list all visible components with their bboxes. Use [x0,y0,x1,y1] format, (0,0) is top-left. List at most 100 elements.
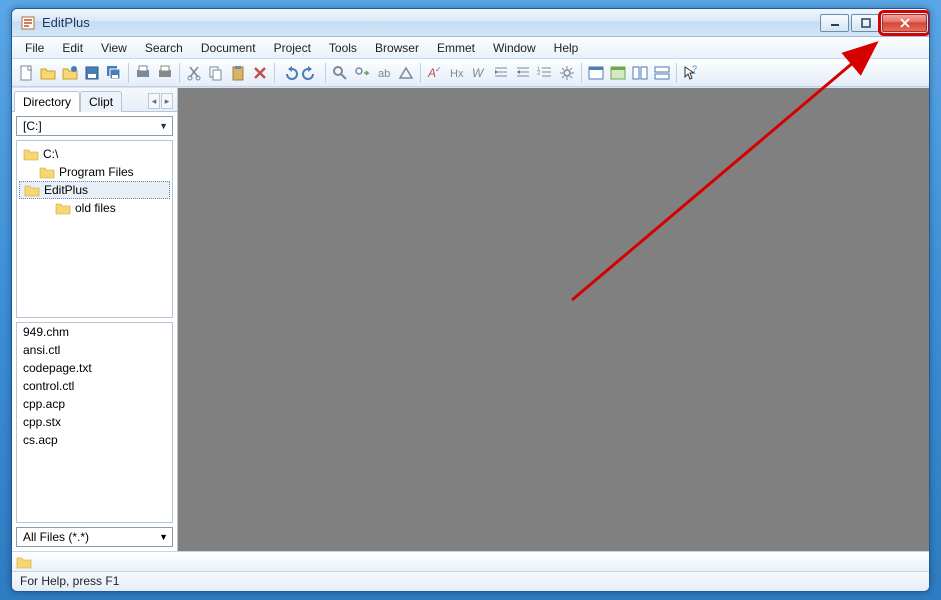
menu-document[interactable]: Document [192,38,265,58]
delete-button[interactable] [250,63,270,83]
tree-node[interactable]: old files [17,199,172,217]
open-file-button[interactable] [38,63,58,83]
menu-browser[interactable]: Browser [366,38,428,58]
file-item[interactable]: 949.chm [17,323,172,341]
menubar: FileEditViewSearchDocumentProjectToolsBr… [12,37,929,59]
file-filter[interactable]: All Files (*.*) ▼ [16,527,173,547]
undo-button[interactable] [279,63,299,83]
maximize-button[interactable] [851,14,880,32]
window-controls [820,14,927,32]
tree-node[interactable]: EditPlus [19,181,170,199]
menu-edit[interactable]: Edit [53,38,92,58]
statusbar: For Help, press F1 [12,571,929,591]
menu-file[interactable]: File [16,38,53,58]
header-button[interactable]: Hx [447,63,467,83]
replace-button[interactable]: ab [374,63,394,83]
svg-text:?: ? [692,64,697,74]
window-2-button[interactable] [608,63,628,83]
window-1-button[interactable] [586,63,606,83]
app-title: EditPlus [42,15,90,30]
spell-check-button[interactable]: A✓ [425,63,445,83]
help-cursor-button[interactable]: ? [681,63,701,83]
indent-button[interactable] [491,63,511,83]
tree-node-label: C:\ [43,147,58,161]
folder-icon [39,165,55,179]
save-button[interactable] [82,63,102,83]
folder-icon [55,201,71,215]
tree-node[interactable]: Program Files [17,163,172,181]
menu-project[interactable]: Project [265,38,320,58]
menu-search[interactable]: Search [136,38,192,58]
menu-window[interactable]: Window [484,38,545,58]
drive-selector[interactable]: [C:] ▼ [16,116,173,136]
outdent-button[interactable] [513,63,533,83]
file-item[interactable]: codepage.txt [17,359,172,377]
svg-text:2: 2 [537,71,541,77]
toolbar-separator [325,63,326,83]
app-icon [20,15,36,31]
redo-button[interactable] [301,63,321,83]
tab-cliptext[interactable]: Clipt [80,91,122,112]
toolbar-separator [128,63,129,83]
copy-button[interactable] [206,63,226,83]
main-body: Directory Clipt ◂ ▸ [C:] ▼ C:\Program Fi… [12,87,929,551]
toolbar-separator [179,63,180,83]
new-file-button[interactable] [16,63,36,83]
file-item[interactable]: cpp.stx [17,413,172,431]
drive-selector-value: [C:] [23,119,42,133]
tree-node-label: old files [75,201,116,215]
tree-node[interactable]: C:\ [17,145,172,163]
tab-directory[interactable]: Directory [14,91,80,112]
folder-icon [23,147,39,161]
file-filter-value: All Files (*.*) [23,530,89,544]
status-text: For Help, press F1 [20,574,119,588]
folder-tree[interactable]: C:\Program Files EditPlus old files [16,140,173,318]
minimize-button[interactable] [820,14,849,32]
toolbar-separator [274,63,275,83]
file-item[interactable]: cpp.acp [17,395,172,413]
svg-text:W: W [472,66,485,80]
line-number-button[interactable]: 12 [535,63,555,83]
menu-tools[interactable]: Tools [320,38,366,58]
titlebar: EditPlus [12,9,929,37]
document-tabs-strip [12,551,929,571]
svg-text:ab: ab [378,68,390,80]
folder-icon [24,183,40,197]
file-item[interactable]: control.ctl [17,377,172,395]
toolbar-separator [676,63,677,83]
window-4-button[interactable] [652,63,672,83]
print-preview-button[interactable] [133,63,153,83]
file-item[interactable]: ansi.ctl [17,341,172,359]
toolbar-separator [420,63,421,83]
open-remote-button[interactable] [60,63,80,83]
print-button[interactable] [155,63,175,83]
sidebar-tabs: Directory Clipt ◂ ▸ [12,88,177,112]
tree-node-label: Program Files [59,165,134,179]
toolbar-separator [581,63,582,83]
menu-help[interactable]: Help [545,38,588,58]
file-item[interactable]: cs.acp [17,431,172,449]
close-button[interactable] [882,14,927,32]
paste-button[interactable] [228,63,248,83]
chevron-down-icon: ▼ [159,121,168,131]
settings-button[interactable] [557,63,577,83]
window-3-button[interactable] [630,63,650,83]
save-all-button[interactable] [104,63,124,83]
chevron-down-icon: ▼ [159,532,168,542]
tree-node-label: EditPlus [44,183,88,197]
cut-button[interactable] [184,63,204,83]
menu-view[interactable]: View [92,38,136,58]
wrap-button[interactable]: W [469,63,489,83]
svg-text:✓: ✓ [435,65,442,74]
app-window: EditPlus FileEditViewSearchDocumentProje… [11,8,930,592]
toolbar: ab A✓Hx W 12? [12,59,929,87]
file-list[interactable]: 949.chmansi.ctlcodepage.txtcontrol.ctlcp… [16,322,173,523]
folder-icon[interactable] [16,555,32,569]
find-button[interactable] [330,63,350,83]
go-to-button[interactable] [396,63,416,83]
find-next-button[interactable] [352,63,372,83]
menu-emmet[interactable]: Emmet [428,38,484,58]
editor-area [178,88,929,551]
tab-scroll-right[interactable]: ▸ [161,93,173,109]
tab-scroll-left[interactable]: ◂ [148,93,160,109]
